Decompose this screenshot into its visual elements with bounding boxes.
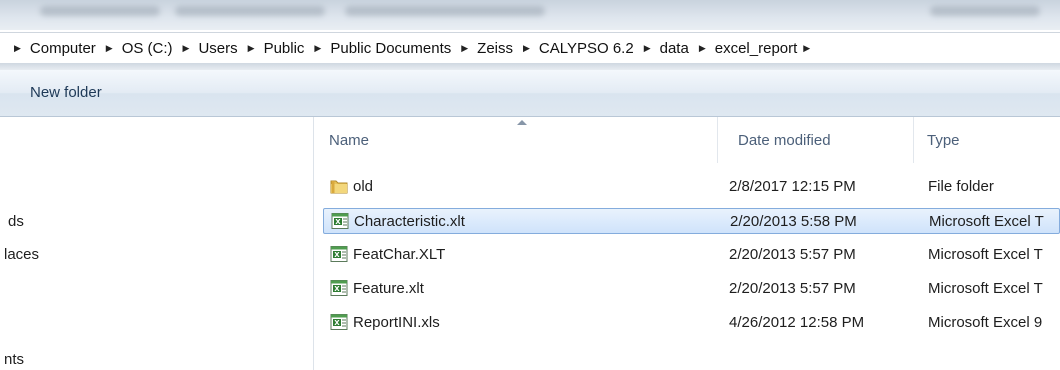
file-date: 2/20/2013 5:57 PM: [729, 246, 856, 263]
svg-text:X: X: [334, 251, 340, 259]
column-header-label: Date modified: [738, 131, 831, 149]
window-title-bar: [0, 0, 1060, 30]
file-row-characteristic[interactable]: X Characteristic.xlt 2/20/2013 5:58 PM M…: [323, 208, 1060, 234]
breadcrumb-arrow-icon[interactable]: ▶: [183, 43, 190, 54]
breadcrumb-arrow-icon[interactable]: ▶: [106, 43, 113, 54]
breadcrumb-label[interactable]: Public Documents: [330, 40, 451, 57]
breadcrumb-data[interactable]: ▶ data: [636, 40, 691, 57]
column-header-type[interactable]: Type: [914, 117, 1060, 163]
search-strip: [0, 63, 1060, 70]
folder-icon: [330, 180, 348, 194]
file-row-old[interactable]: old 2/8/2017 12:15 PM File folder: [323, 174, 1060, 200]
breadcrumb-label[interactable]: Computer: [30, 40, 96, 57]
nav-item-downloads[interactable]: ds: [8, 213, 24, 230]
svg-text:X: X: [335, 218, 341, 226]
breadcrumb-users[interactable]: ▶ Users: [175, 40, 240, 57]
excel-file-icon: X: [331, 213, 349, 229]
file-type: File folder: [928, 178, 994, 195]
file-date: 2/20/2013 5:57 PM: [729, 280, 856, 297]
breadcrumb-arrow-icon[interactable]: ▶: [461, 43, 468, 54]
file-row-reportini[interactable]: X ReportINI.xls 4/26/2012 12:58 PM Micro…: [323, 310, 1060, 336]
file-type: Microsoft Excel T: [928, 246, 1043, 263]
svg-text:X: X: [334, 285, 340, 293]
breadcrumb-arrow-icon[interactable]: ▶: [314, 43, 321, 54]
excel-file-icon: X: [330, 314, 348, 330]
column-header-date[interactable]: Date modified: [718, 117, 914, 163]
file-date: 4/26/2012 12:58 PM: [729, 314, 865, 331]
breadcrumb-label[interactable]: OS (C:): [122, 40, 173, 57]
breadcrumb-label[interactable]: Users: [198, 40, 237, 57]
file-type: Microsoft Excel T: [928, 280, 1043, 297]
breadcrumb-calypso[interactable]: ▶ CALYPSO 6.2: [515, 40, 636, 57]
breadcrumb-label[interactable]: Public: [264, 40, 305, 57]
breadcrumb-arrow-icon[interactable]: ▶: [14, 43, 21, 54]
breadcrumb-arrow-icon[interactable]: ▶: [644, 43, 651, 54]
nav-item-recent-places[interactable]: laces: [4, 246, 39, 263]
column-header-name[interactable]: Name: [314, 117, 718, 163]
file-name: Characteristic.xlt: [354, 213, 465, 230]
breadcrumb-excel-report[interactable]: ▶ excel_report ▶: [691, 40, 821, 57]
file-name: ReportINI.xls: [353, 314, 440, 331]
breadcrumb-zeiss[interactable]: ▶ Zeiss: [453, 40, 515, 57]
nav-item-documents[interactable]: nts: [4, 351, 24, 368]
breadcrumb-computer[interactable]: ▶ Computer: [0, 40, 98, 57]
breadcrumb-arrow-icon[interactable]: ▶: [248, 43, 255, 54]
navigation-pane: ds laces nts: [0, 117, 314, 370]
file-list: Name Date modified Type old 2/8/2017 12:…: [314, 117, 1060, 370]
address-bar[interactable]: ▶ Computer ▶ OS (C:) ▶ Users ▶ Public ▶ …: [0, 32, 1060, 64]
file-name: old: [353, 178, 374, 195]
sort-ascending-icon: [517, 120, 527, 125]
breadcrumb-label[interactable]: excel_report: [715, 40, 798, 57]
new-folder-button[interactable]: New folder: [30, 84, 102, 101]
breadcrumb-arrow-icon[interactable]: ▶: [803, 43, 810, 54]
breadcrumb-label[interactable]: CALYPSO 6.2: [539, 40, 634, 57]
svg-text:X: X: [334, 319, 340, 327]
file-date: 2/20/2013 5:58 PM: [730, 213, 857, 230]
breadcrumb-arrow-icon[interactable]: ▶: [699, 43, 706, 54]
breadcrumb-public-documents[interactable]: ▶ Public Documents: [306, 40, 453, 57]
file-row-featchar[interactable]: X FeatChar.XLT 2/20/2013 5:57 PM Microso…: [323, 242, 1060, 268]
file-type: Microsoft Excel T: [929, 213, 1044, 230]
column-header-label: Type: [927, 131, 960, 149]
file-name: Feature.xlt: [353, 280, 424, 297]
file-name: FeatChar.XLT: [353, 246, 446, 263]
breadcrumb-label[interactable]: Zeiss: [477, 40, 513, 57]
file-row-feature[interactable]: X Feature.xlt 2/20/2013 5:57 PM Microsof…: [323, 276, 1060, 302]
breadcrumb-label[interactable]: data: [660, 40, 689, 57]
file-type: Microsoft Excel 9: [928, 314, 1043, 331]
breadcrumb-drive[interactable]: ▶ OS (C:): [98, 40, 175, 57]
command-bar: New folder: [0, 70, 1060, 117]
file-date: 2/8/2017 12:15 PM: [729, 178, 856, 195]
excel-file-icon: X: [330, 280, 348, 296]
excel-file-icon: X: [330, 246, 348, 262]
breadcrumb-arrow-icon[interactable]: ▶: [523, 43, 530, 54]
column-header-label: Name: [329, 131, 370, 149]
breadcrumb-public[interactable]: ▶ Public: [240, 40, 307, 57]
